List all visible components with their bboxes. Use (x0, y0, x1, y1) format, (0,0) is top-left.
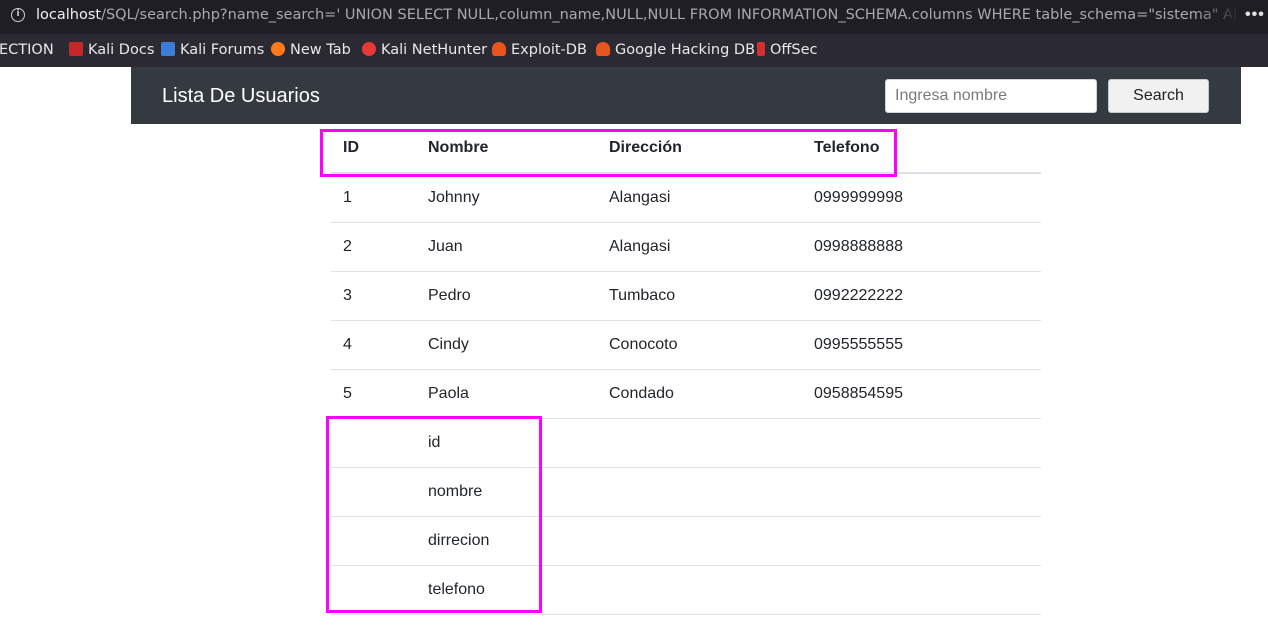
cell-id: 3 (331, 271, 416, 321)
bookmarks-toolbar: ECTION Kali Docs Kali Forums New Tab Kal… (0, 34, 1268, 67)
cell-direccion: Conocoto (597, 320, 802, 370)
search-button[interactable]: Search (1108, 79, 1209, 113)
cell-id: 5 (331, 369, 416, 419)
bookmark-truncated[interactable]: ECTION (0, 42, 54, 58)
cell-telefono (802, 418, 1041, 468)
table-header-row: ID Nombre Dirección Telefono (331, 124, 1041, 174)
cell-nombre: dirrecion (416, 516, 597, 566)
table-row: 5 Paola Condado 0958854595 (331, 369, 1041, 419)
table-row: 1 Johnny Alangasi 0999999998 (331, 173, 1041, 223)
bookmark-kali-forums[interactable]: Kali Forums (161, 42, 264, 58)
table-row: telefono (331, 565, 1041, 615)
cell-telefono: 0992222222 (802, 271, 1041, 321)
navbar-brand[interactable]: Lista De Usuarios (162, 85, 320, 108)
cell-id (331, 516, 416, 566)
cell-direccion (597, 418, 802, 468)
cell-nombre: Pedro (416, 271, 597, 321)
cell-telefono: 0958854595 (802, 369, 1041, 419)
cell-direccion: Tumbaco (597, 271, 802, 321)
ghdb-icon (596, 42, 610, 56)
cell-direccion: Alangasi (597, 222, 802, 272)
kali-docs-icon (69, 42, 83, 56)
navbar: Lista De Usuarios Search (131, 67, 1241, 124)
info-icon[interactable]: i (11, 8, 25, 22)
cell-telefono: 0998888888 (802, 222, 1041, 272)
cell-id: 1 (331, 173, 416, 223)
cell-nombre: Juan (416, 222, 597, 272)
browser-url-bar[interactable]: i localhost/SQL/search.php?name_search='… (0, 0, 1268, 34)
cell-telefono (802, 516, 1041, 566)
cell-telefono (802, 467, 1041, 517)
cell-nombre: Johnny (416, 173, 597, 223)
cell-nombre: nombre (416, 467, 597, 517)
cell-nombre: Paola (416, 369, 597, 419)
cell-direccion (597, 516, 802, 566)
cell-telefono: 0995555555 (802, 320, 1041, 370)
bookmark-kali-docs[interactable]: Kali Docs (69, 42, 154, 58)
table-row: 4 Cindy Conocoto 0995555555 (331, 320, 1041, 370)
bookmark-offsec[interactable]: OffSec (757, 42, 818, 58)
header-telefono: Telefono (802, 124, 1041, 174)
users-table: ID Nombre Dirección Telefono 1 Johnny Al… (331, 124, 1041, 615)
bookmark-kali-nethunter[interactable]: Kali NetHunter (362, 42, 487, 58)
url-text[interactable]: localhost/SQL/search.php?name_search=' U… (36, 7, 1236, 23)
cell-id: 2 (331, 222, 416, 272)
cell-nombre: telefono (416, 565, 597, 615)
cell-direccion: Alangasi (597, 173, 802, 223)
bookmark-google-hacking-db[interactable]: Google Hacking DB (596, 42, 755, 58)
url-fade (1195, 0, 1240, 34)
cell-id (331, 418, 416, 468)
table-row: id (331, 418, 1041, 468)
header-id: ID (331, 124, 416, 174)
nethunter-icon (362, 42, 376, 56)
bookmark-new-tab[interactable]: New Tab (271, 42, 351, 58)
firefox-icon (271, 42, 285, 56)
cell-telefono: 0999999998 (802, 173, 1041, 223)
cell-direccion (597, 467, 802, 517)
table-row: dirrecion (331, 516, 1041, 566)
cell-id: 4 (331, 320, 416, 370)
header-nombre: Nombre (416, 124, 597, 174)
url-host: localhost (36, 7, 102, 23)
url-path: /SQL/search.php?name_search=' UNION SELE… (101, 7, 1236, 23)
bookmark-exploit-db[interactable]: Exploit-DB (492, 42, 587, 58)
cell-direccion: Condado (597, 369, 802, 419)
table-row: 3 Pedro Tumbaco 0992222222 (331, 271, 1041, 321)
cell-id (331, 565, 416, 615)
page-actions-icon[interactable]: ••• (1245, 6, 1265, 24)
cell-direccion (597, 565, 802, 615)
cell-nombre: id (416, 418, 597, 468)
table-row: 2 Juan Alangasi 0998888888 (331, 222, 1041, 272)
cell-telefono (802, 565, 1041, 615)
cell-nombre: Cindy (416, 320, 597, 370)
offsec-icon (757, 42, 765, 56)
exploit-db-icon (492, 42, 506, 56)
cell-id (331, 467, 416, 517)
kali-forums-icon (161, 42, 175, 56)
search-input[interactable] (885, 79, 1097, 113)
header-direccion: Dirección (597, 124, 802, 174)
table-row: nombre (331, 467, 1041, 517)
